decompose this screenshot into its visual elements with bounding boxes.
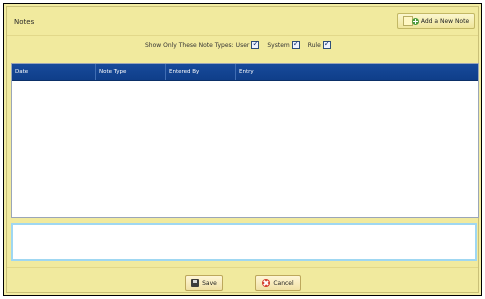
filter-user-label: User [235, 41, 250, 49]
filter-label: Show Only These Note Types: [145, 41, 234, 49]
notes-panel: Notes Add a New Note Show Only These Not… [6, 6, 479, 293]
cancel-button[interactable]: Cancel [255, 275, 301, 291]
cancel-label: Cancel [273, 279, 294, 287]
column-header-entered-by[interactable]: Entered By [166, 64, 236, 80]
add-new-note-label: Add a New Note [420, 17, 470, 25]
add-icon [411, 17, 419, 25]
note-entry-field[interactable] [11, 223, 477, 261]
header-divider [7, 35, 478, 36]
filter-system-label: System [267, 41, 290, 49]
filter-user-checkbox[interactable] [251, 39, 260, 49]
note-type-filters: Show Only These Note Types: User System … [145, 39, 331, 49]
column-header-note-type[interactable]: Note Type [96, 64, 166, 80]
column-header-date[interactable]: Date [12, 64, 96, 80]
table-header: Date Note Type Entered By Entry [12, 64, 478, 81]
add-new-note-button[interactable]: Add a New Note [397, 13, 475, 29]
save-label: Save [202, 279, 217, 287]
notes-table[interactable]: Date Note Type Entered By Entry [11, 63, 479, 218]
save-disk-icon [191, 279, 200, 287]
filter-rule-label: Rule [307, 41, 321, 49]
dialog-title: Notes [14, 18, 35, 26]
filter-rule-checkbox[interactable] [322, 39, 331, 49]
notes-dialog: Notes Add a New Note Show Only These Not… [3, 3, 482, 296]
filter-system-checkbox[interactable] [291, 39, 300, 49]
footer-divider [7, 267, 478, 268]
cancel-icon [262, 279, 271, 287]
save-button[interactable]: Save [185, 275, 223, 291]
column-header-entry[interactable]: Entry [236, 64, 478, 80]
